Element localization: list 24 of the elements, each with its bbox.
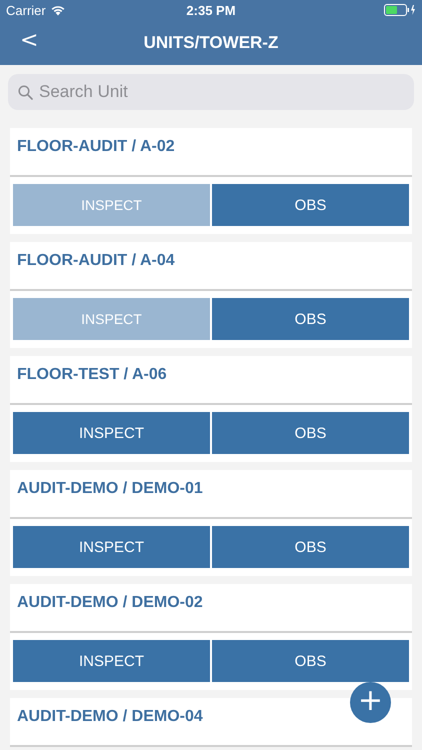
unit-card[interactable]: AUDIT-DEMO / DEMO-02 INSPECT OBS: [10, 584, 412, 690]
carrier-label: Carrier: [6, 2, 46, 18]
back-button[interactable]: <: [14, 28, 44, 53]
obs-button[interactable]: OBS: [212, 640, 409, 682]
search-icon: [18, 85, 33, 100]
obs-button[interactable]: OBS: [212, 184, 409, 226]
unit-title: AUDIT-DEMO / DEMO-02: [10, 584, 412, 633]
unit-title: FLOOR-AUDIT / A-04: [10, 242, 412, 291]
unit-title: FLOOR-TEST / A-06: [10, 356, 412, 405]
search-field[interactable]: Search Unit: [8, 74, 414, 110]
inspect-button[interactable]: INSPECT: [13, 526, 210, 568]
obs-button[interactable]: OBS: [212, 412, 409, 454]
unit-card[interactable]: AUDIT-DEMO / DEMO-01 INSPECT OBS: [10, 470, 412, 576]
status-time: 2:35 PM: [186, 2, 236, 18]
wifi-icon: [50, 4, 66, 16]
battery-icon: [384, 4, 416, 16]
unit-title: FLOOR-AUDIT / A-02: [10, 128, 412, 177]
unit-card[interactable]: FLOOR-TEST / A-06 INSPECT OBS: [10, 356, 412, 462]
page-title: UNITS/TOWER-Z: [144, 32, 278, 52]
obs-button[interactable]: OBS: [212, 298, 409, 340]
obs-button[interactable]: OBS: [212, 526, 409, 568]
inspect-button[interactable]: INSPECT: [13, 412, 210, 454]
inspect-button[interactable]: INSPECT: [13, 640, 210, 682]
unit-title: AUDIT-DEMO / DEMO-01: [10, 470, 412, 519]
